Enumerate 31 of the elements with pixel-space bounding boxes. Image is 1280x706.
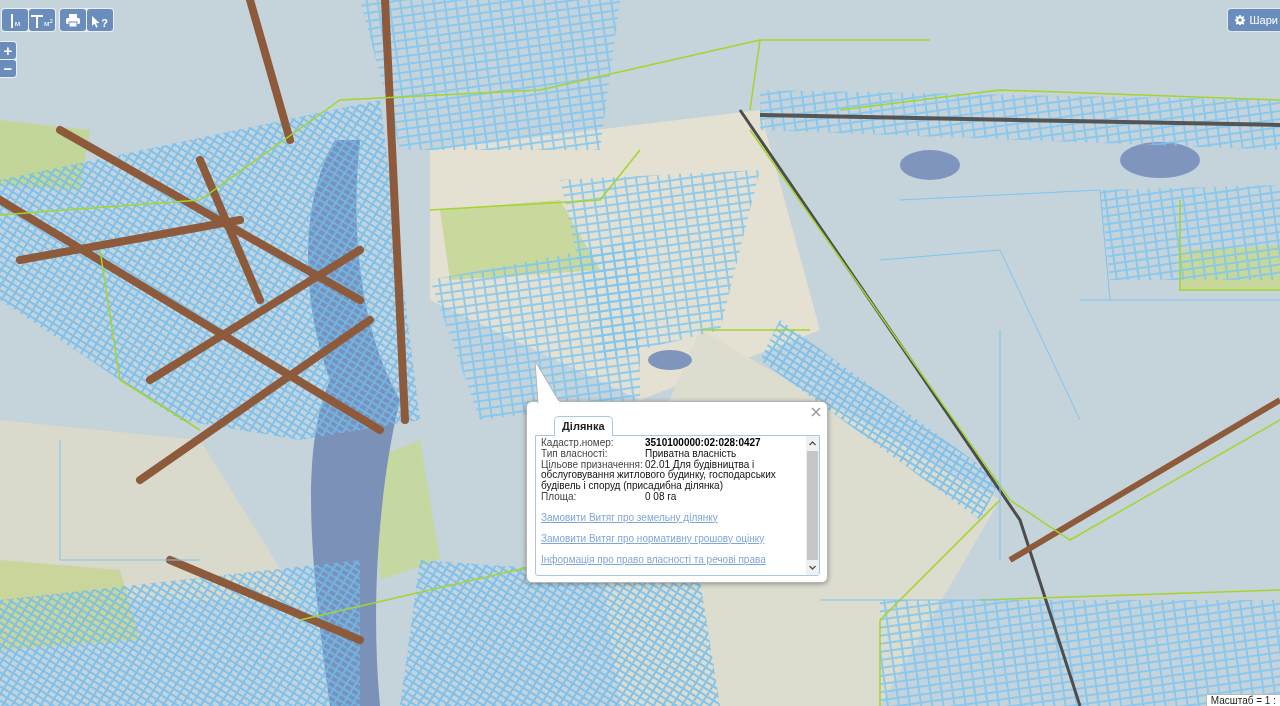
field-label: Кадастр.номер: <box>541 438 615 449</box>
field-label: Цільове призначення: <box>541 459 644 471</box>
cursor-icon <box>92 16 101 28</box>
close-icon[interactable] <box>811 407 821 417</box>
field-value: 0 08 га <box>645 492 677 503</box>
popup-link[interactable]: Інформація про право власності та речові права <box>541 553 766 565</box>
measure-area-button[interactable]: м$^{2}$ <box>29 9 55 31</box>
field-value: Приватна власність <box>645 448 737 459</box>
field-value: 3510100000:02:028:0427 <box>645 438 761 449</box>
layers-button[interactable]: Шари <box>1226 8 1280 32</box>
vertical-line-icon <box>9 14 14 28</box>
measure-distance-button[interactable]: м <box>2 9 28 31</box>
printer-icon <box>66 13 80 27</box>
field-value-continuation: обслуговування житлового будинку, господарських будівель і споруд (присадибна ділянка) <box>541 470 777 492</box>
zoom-in-button[interactable]: + <box>0 42 16 59</box>
popup-tab[interactable]: Ділянка <box>554 416 613 436</box>
popup-link[interactable]: Замовити Витяг про нормативну грошову оцінку <box>541 532 765 544</box>
gear-icon <box>1234 15 1245 25</box>
popup-link[interactable]: Замовити Витяг про земельну ділянку <box>541 511 718 523</box>
scale-label: Масштаб = 1 : <box>1205 694 1280 706</box>
identify-button[interactable]: ? <box>87 9 113 31</box>
scroll-up-icon[interactable] <box>808 439 817 448</box>
field-label: Тип власності: <box>541 448 608 460</box>
print-button[interactable] <box>60 9 86 31</box>
field-value: 02.01 Для будівництва і <box>645 459 755 471</box>
zoom-out-button[interactable]: − <box>0 60 16 77</box>
scrollbar-track[interactable] <box>806 436 819 575</box>
scroll-down-icon[interactable] <box>808 563 817 572</box>
t-bar-icon <box>31 14 44 28</box>
scrollbar-thumb[interactable] <box>807 451 818 560</box>
field-label: Площа: <box>541 492 577 503</box>
